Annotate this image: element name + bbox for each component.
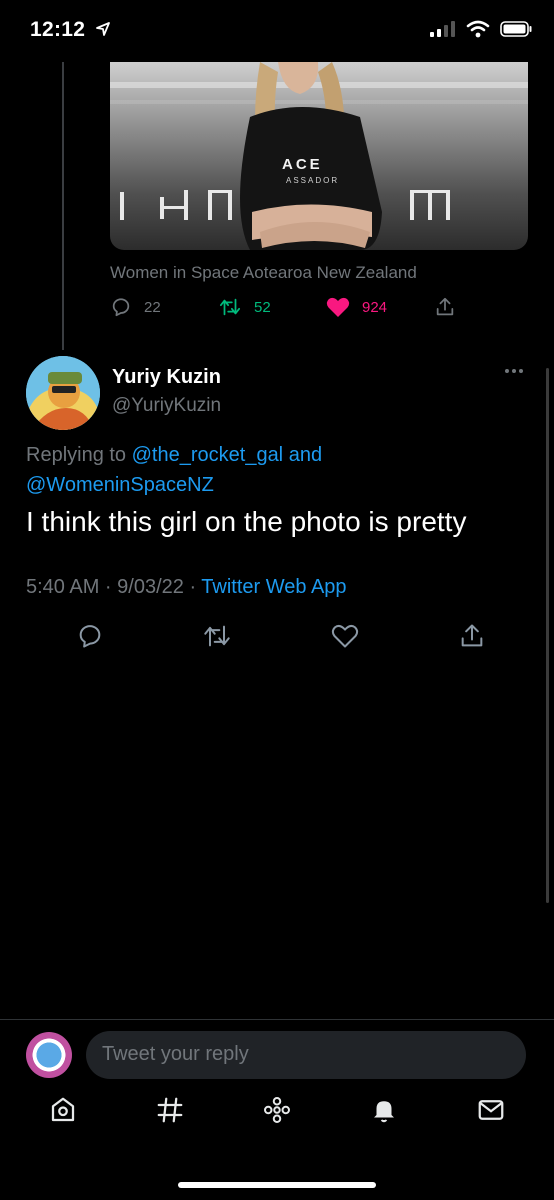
more-options-button[interactable]	[504, 368, 524, 374]
tweet-timestamp: 5:40 AM · 9/03/22 ·	[26, 576, 202, 598]
explore-hashtag-icon[interactable]	[155, 1095, 185, 1125]
bottom-tab-bar	[0, 1095, 554, 1125]
replying-prefix: Replying to	[26, 444, 132, 466]
photo-caption[interactable]: Women in Space Aotearoa New Zealand	[110, 263, 417, 283]
like-count: 924	[362, 298, 388, 316]
retweet-icon[interactable]	[203, 622, 231, 650]
tweet-actions	[76, 622, 486, 650]
avatar-illustration	[26, 356, 100, 430]
more-dots-icon	[505, 369, 523, 373]
heart-icon[interactable]	[331, 622, 359, 650]
reply-icon[interactable]	[76, 622, 104, 650]
battery-icon	[500, 21, 532, 37]
replying-to: Replying to @the_rocket_gal and @Womenin…	[26, 440, 526, 500]
reply-icon	[112, 298, 130, 317]
spaces-icon[interactable]	[262, 1095, 292, 1125]
status-icons	[430, 20, 532, 38]
home-indicator	[178, 1182, 376, 1188]
scrollbar[interactable]	[546, 368, 549, 903]
tweet-photo[interactable]: ACE ASSADOR	[110, 62, 528, 250]
tweet-meta: 5:40 AM · 9/03/22 · Twitter Web App	[26, 576, 347, 599]
share-icon	[436, 297, 454, 316]
status-time: 12:12	[30, 18, 111, 42]
reply-count: 22	[144, 298, 161, 316]
retweet-icon	[219, 298, 241, 316]
shirt-text: ACE	[282, 156, 323, 173]
mention-link[interactable]: @the_rocket_gal	[132, 444, 284, 466]
source-link[interactable]: Twitter Web App	[201, 576, 346, 598]
retweet-count: 52	[254, 298, 271, 316]
cellular-signal-icon	[430, 21, 455, 37]
reply-action[interactable]: 22	[110, 296, 218, 318]
notifications-bell-icon[interactable]	[369, 1095, 399, 1125]
mention-link[interactable]: @WomeninSpaceNZ	[26, 474, 214, 496]
display-name[interactable]: Yuriy Kuzin	[112, 366, 221, 389]
home-icon[interactable]	[48, 1095, 78, 1125]
divider	[0, 1019, 554, 1020]
avatar[interactable]	[26, 356, 100, 430]
wifi-icon	[466, 20, 490, 38]
thread-line	[62, 62, 64, 350]
heart-filled-icon	[326, 297, 350, 317]
user-handle[interactable]: @YuriyKuzin	[112, 395, 221, 417]
reply-input[interactable]: Tweet your reply	[86, 1031, 526, 1079]
shirt-subtext: ASSADOR	[286, 176, 340, 185]
clock-text: 12:12	[30, 18, 86, 41]
like-action[interactable]: 924	[326, 296, 434, 318]
reply-placeholder: Tweet your reply	[102, 1043, 249, 1065]
and-text: and	[283, 444, 323, 466]
my-avatar[interactable]	[26, 1032, 72, 1078]
location-arrow-icon	[96, 22, 111, 36]
quoted-tweet-actions: 22 52 924	[110, 296, 460, 318]
share-action[interactable]	[434, 296, 456, 318]
messages-mail-icon[interactable]	[476, 1095, 506, 1125]
retweet-action[interactable]: 52	[218, 296, 326, 318]
tweet-text: I think this girl on the photo is pretty	[26, 506, 467, 537]
share-icon[interactable]	[458, 622, 486, 650]
